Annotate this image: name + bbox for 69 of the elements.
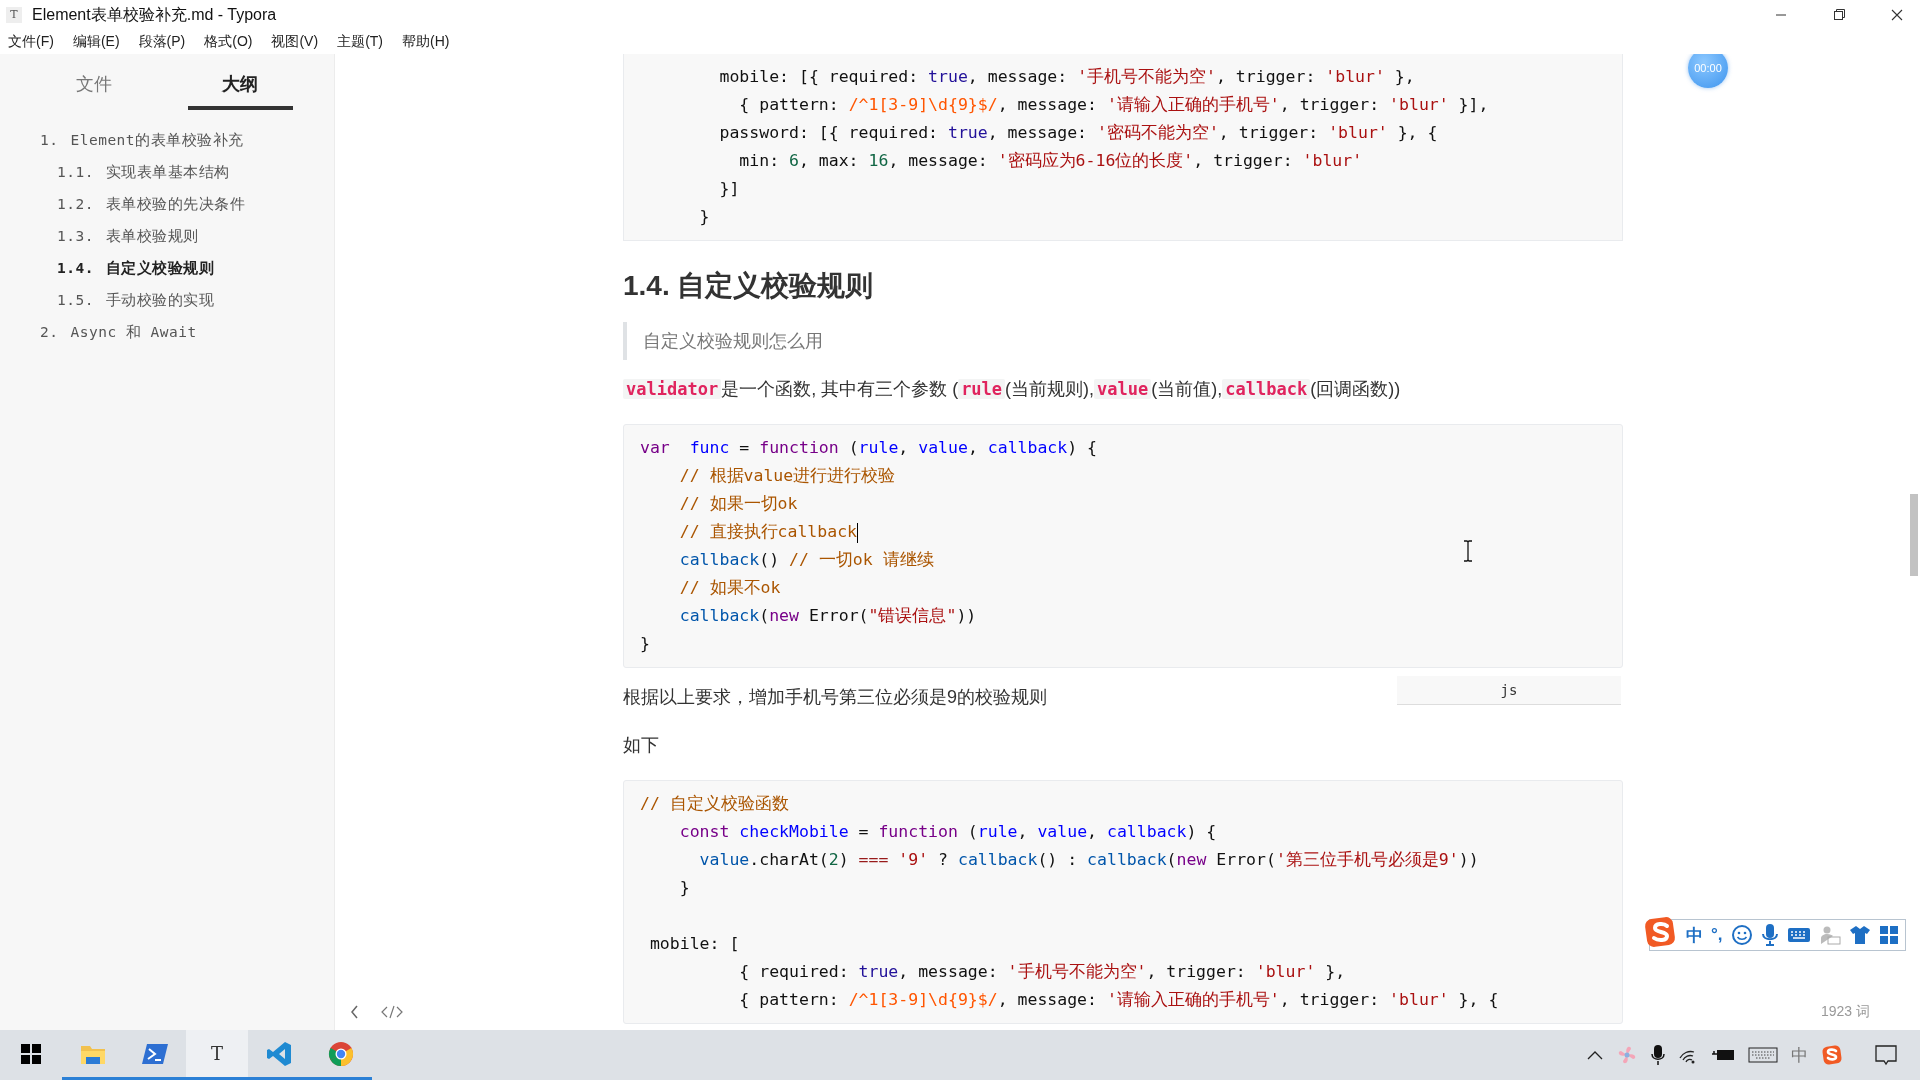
ime-logo-icon[interactable]	[1821, 1044, 1843, 1066]
sidebar-tab[interactable]: 文件	[41, 72, 147, 110]
terminal-icon	[141, 1041, 169, 1066]
outline-item[interactable]: 1.1. 实现表单基本结构	[57, 156, 230, 188]
ime-logo-icon[interactable]	[1644, 915, 1678, 949]
code-line: { required: true, message: '手机号不能为空', trigger: 'blur' },	[738, 961, 1346, 983]
smiley-icon[interactable]	[1730, 924, 1753, 946]
code-line: mobile: [	[648, 933, 740, 955]
menu-item[interactable]: 编辑(E)	[68, 33, 127, 51]
code-line: const checkMobile = function (rule, value, callback) {	[678, 821, 1217, 843]
code-line: }	[698, 206, 710, 228]
code-line: value.charAt(2) === '9' ? callback() : callback(new Error('第三位手机号必须是9'))	[698, 849, 1479, 871]
taskbar-app-button[interactable]: T	[186, 1030, 248, 1080]
code-line: }]	[718, 178, 740, 200]
code-line: var func = function (rule, value, callback) {	[640, 437, 1098, 459]
code-line: // 根据value进行进行校验	[678, 465, 896, 487]
outline-item[interactable]: 1.2. 表单校验的先决条件	[57, 188, 246, 220]
person-toggle-icon[interactable]	[1818, 924, 1841, 946]
window-title: Element表单校验补充.md - Typora	[32, 4, 278, 25]
keyboard-icon[interactable]	[1748, 1046, 1778, 1064]
code-line: }	[640, 633, 650, 655]
code-line: min: 6, max: 16, message: '密码应为6-16位的长度', trigger: 'blur'	[738, 150, 1363, 172]
shirt-icon[interactable]	[1848, 924, 1871, 946]
outline-item[interactable]: 1.4. 自定义校验规则	[57, 252, 215, 284]
code-icon[interactable]	[381, 1004, 403, 1020]
punctuation-button[interactable]: °,	[1711, 925, 1723, 945]
code-line: callback(new Error("错误信息"))	[678, 605, 977, 627]
browser-icon	[328, 1040, 354, 1067]
outline-item[interactable]: 1. Element的表单校验补充	[40, 124, 244, 156]
microphone-icon[interactable]	[1651, 1044, 1665, 1066]
menu-item[interactable]: 视图(V)	[267, 33, 326, 51]
language-field[interactable]: js	[1397, 676, 1621, 705]
paragraph-text: 根据以上要求，增加手机号第三位必须是9的校验规则	[623, 686, 1047, 709]
outline-item[interactable]: 1.3. 表单校验规则	[57, 220, 199, 252]
scrollbar-thumb[interactable]	[1910, 494, 1918, 576]
outline-item[interactable]: 2. Async 和 Await	[40, 316, 197, 348]
code-line: password: [{ required: true, message: '密码不能为空', trigger: 'blur' }, {	[718, 122, 1438, 144]
input-mode-button[interactable]: 中	[1686, 923, 1703, 947]
outline-item[interactable]: 1.5. 手动校验的实现	[57, 284, 215, 316]
sidebar-tab[interactable]: 大纲	[187, 72, 293, 110]
code-line: // 如果不ok	[678, 577, 781, 599]
battery-icon[interactable]	[1711, 1048, 1735, 1062]
menu-item[interactable]: 文件(F)	[4, 33, 61, 51]
paragraph-text: 如下	[623, 734, 659, 757]
chevron-left-icon[interactable]	[349, 1004, 361, 1020]
ibeam-cursor-icon	[1463, 540, 1473, 562]
menu-item[interactable]: 格式(O)	[200, 33, 260, 51]
menu-item[interactable]: 帮助(H)	[398, 33, 457, 51]
menu-item[interactable]: 主题(T)	[333, 33, 390, 51]
code-line: { pattern: /^1[3-9]\d{9}$/, message: '请输入正确的手机号', trigger: 'blur' }, {	[738, 989, 1499, 1011]
code-line: }	[678, 877, 690, 899]
paragraph-text: validator 是一个函数, 其中有三个参数 ( rule (当前规则), value (当前值), callback (回调函数))	[623, 374, 1401, 404]
chevron-up-icon[interactable]	[1587, 1050, 1603, 1060]
app-letter-icon: T	[211, 1043, 223, 1064]
grid-icon[interactable]	[1878, 925, 1899, 945]
code-editor-icon	[266, 1040, 292, 1067]
code-line: callback() // 一切ok 请继续	[678, 549, 934, 571]
quote-text: 自定义校验规则怎么用	[643, 330, 823, 353]
code-line: // 自定义校验函数	[640, 793, 789, 815]
code-line: mobile: [{ required: true, message: '手机号不能为空', trigger: 'blur' },	[718, 66, 1415, 88]
section-heading: 1.4. 自定义校验规则	[623, 269, 875, 303]
notification-icon[interactable]	[1874, 1043, 1898, 1067]
code-line: // 直接执行callback	[678, 521, 858, 545]
code-line: // 如果一切ok	[678, 493, 798, 515]
code-line: { pattern: /^1[3-9]\d{9}$/, message: '请输入正确的手机号', trigger: 'blur' }],	[738, 94, 1489, 116]
menu-item[interactable]: 段落(P)	[134, 33, 193, 51]
app-icon: T	[6, 7, 22, 23]
windows-logo-icon	[21, 1043, 41, 1064]
keyboard-icon[interactable]	[1786, 926, 1811, 944]
